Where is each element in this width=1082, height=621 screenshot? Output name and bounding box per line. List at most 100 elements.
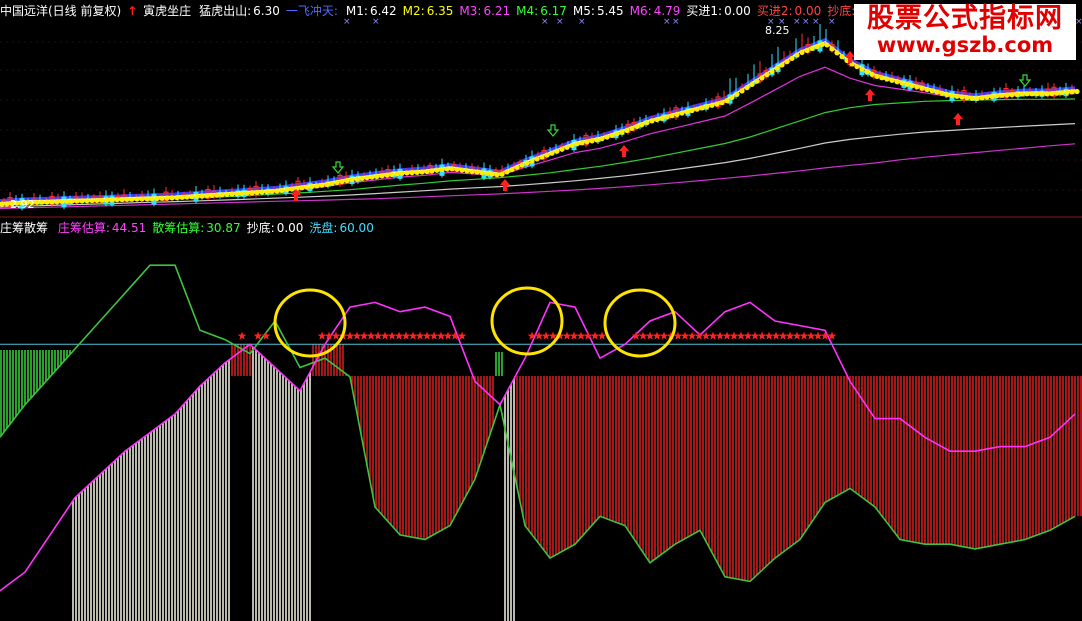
ma-m2-bead <box>59 198 65 205</box>
ma-m2-bead <box>799 49 805 55</box>
ma-m2-bead <box>694 106 700 112</box>
signal-star-icon <box>785 331 795 340</box>
ma-m2-bead <box>124 196 130 202</box>
ma-m2-bead <box>809 45 815 52</box>
ma-m2-bead <box>104 197 110 203</box>
signal-star-icon <box>352 331 362 340</box>
bottom-header-value-2: 0.00 <box>276 221 304 235</box>
ma-m2-bead <box>204 193 210 199</box>
ma-m2-bead <box>234 191 240 197</box>
ma-m2-bead <box>69 198 75 204</box>
ma-m2-bead <box>1064 89 1070 95</box>
ma-m2-bead <box>239 190 245 197</box>
ma-m2-bead <box>484 170 490 176</box>
ma-m2-bead <box>784 59 790 65</box>
top-header-value-8: 4.79 <box>653 4 681 18</box>
ma-m2-bead <box>724 98 730 104</box>
ma-m2-bead <box>479 170 485 176</box>
ma-m2-bead <box>684 109 690 115</box>
ma-m2-bead <box>119 196 125 203</box>
top-header-value-9: 0.00 <box>724 4 751 18</box>
ma-m2-bead <box>469 168 475 174</box>
ma-m2-bead <box>474 169 480 175</box>
signal-star-icon <box>422 331 432 340</box>
ma-m2-bead <box>624 127 630 133</box>
ma-m2-bead <box>314 183 320 189</box>
ma-m2-bead <box>509 166 515 173</box>
ma-m2-bead <box>49 199 55 205</box>
signal-star-icon <box>687 331 697 340</box>
signal-star-icon <box>750 331 760 340</box>
ma-m2-bead <box>879 75 885 81</box>
ma-m2-bead <box>599 136 605 142</box>
bottom-header-label-3: 洗盘: <box>309 221 338 235</box>
ma-m2-bead <box>779 62 785 68</box>
buy-up-arrow-icon <box>500 179 510 191</box>
ma-m2-bead <box>304 184 310 190</box>
ma-m2-bead <box>1039 91 1045 97</box>
signal-star-icon <box>813 331 823 340</box>
signal-star-icon <box>415 331 425 340</box>
ma-m2-bead <box>874 73 880 80</box>
top-header-item-0: 寅虎坐庄 <box>143 4 193 18</box>
signal-star-icon <box>387 331 397 340</box>
bottom-header-value-0: 44.51 <box>111 221 147 235</box>
signal-star-icon <box>261 331 271 340</box>
top-header-item-2: 一飞冲天: <box>286 4 340 18</box>
signal-star-icon <box>736 331 746 340</box>
ma-m2-bead <box>534 156 540 162</box>
ma-m2-bead <box>394 171 400 177</box>
bottom-header-label-1: 散筹估算: <box>152 221 205 235</box>
sell-down-arrow-icon <box>1018 74 1032 87</box>
ma-m2-bead <box>944 92 950 98</box>
ma-m2-bead <box>424 168 430 175</box>
ma-m2-bead <box>94 197 100 204</box>
top-header-label-5: M3: <box>459 4 482 18</box>
ma-m2-bead <box>899 80 905 86</box>
ma-m2-bead <box>954 93 960 99</box>
ma-m2-bead <box>429 168 435 174</box>
ma-m2-bead <box>759 75 765 81</box>
signal-star-icon <box>590 331 600 340</box>
price-panel-header: 中国远洋(日线 前复权) ↑ 寅虎坐庄 猛虎出山: 6.30 一飞冲天: M1: 6.42 M… <box>0 2 890 20</box>
ma-m2-bead <box>569 142 575 148</box>
ma-m1-line <box>0 41 1076 204</box>
ma-m2-bead <box>789 55 795 61</box>
ma-m2-bead <box>229 191 235 197</box>
ma-m2-bead <box>619 129 625 135</box>
ma-m2-bead <box>34 199 40 205</box>
ma-m2-bead <box>364 175 370 181</box>
ma-m2-bead <box>839 54 845 60</box>
bottom-header-value-1: 30.87 <box>206 221 241 235</box>
ma-m2-bead <box>199 193 205 199</box>
ma-m2-bead <box>904 81 910 87</box>
low-price-label: 2.92 <box>10 198 35 211</box>
ma-m2-bead <box>149 196 155 202</box>
ma-m2-bead <box>224 191 230 197</box>
ma-m2-bead <box>184 194 190 200</box>
ma-m2-bead <box>554 148 560 154</box>
ma-m2-bead <box>549 150 555 156</box>
ma-m2-bead <box>669 113 675 119</box>
ma-m2-bead <box>464 168 470 174</box>
ma-m2-bead <box>1029 91 1035 97</box>
ma-m2-bead <box>399 170 405 176</box>
signal-star-icon <box>729 331 739 340</box>
ma-m2-bead <box>1069 89 1075 95</box>
signal-star-icon <box>359 331 369 340</box>
signal-star-icon <box>659 331 669 340</box>
ma-m2-bead <box>64 198 70 204</box>
ma-m2-bead <box>249 190 255 196</box>
ma-m2-bead <box>754 78 760 84</box>
chart-canvas[interactable]: 8.252.92×××××××××××××××××××××××××××× <box>0 0 1082 621</box>
ma-m2-bead <box>524 160 530 166</box>
ma-m2-bead <box>584 139 590 145</box>
ma-m2-bead <box>154 195 160 202</box>
ma-m2-bead <box>1024 91 1030 97</box>
ma-m2-bead <box>629 125 635 132</box>
ma-m2-bead <box>274 188 280 194</box>
top-header-label-6: M4: <box>516 4 539 18</box>
signal-star-icon <box>631 331 641 340</box>
ma-m2-bead <box>819 41 825 48</box>
watermark-line2: www.gszb.com <box>876 33 1054 57</box>
